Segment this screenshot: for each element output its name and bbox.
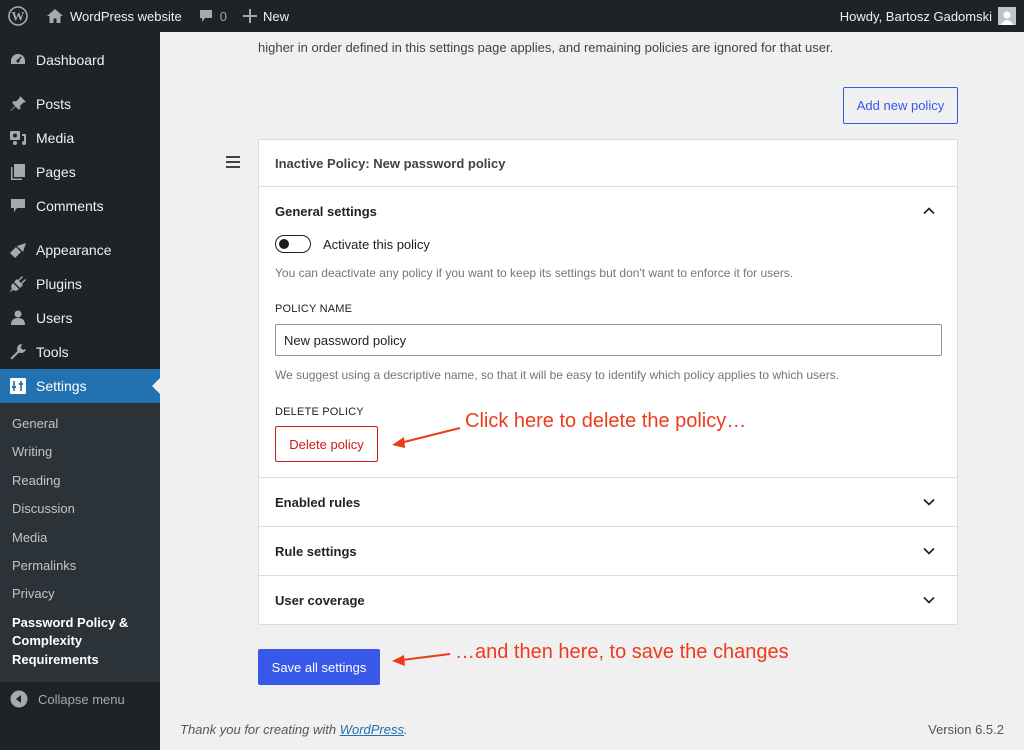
add-new-policy-button[interactable]: Add new policy <box>843 87 958 124</box>
section-rule-settings: Rule settings <box>259 527 957 576</box>
annotation-arrow-save <box>392 653 451 666</box>
media-icon <box>8 128 28 148</box>
user-icon <box>8 308 28 328</box>
policy-name-input[interactable] <box>275 324 942 356</box>
my-account-link[interactable]: Howdy, Bartosz Gadomski <box>832 0 1024 32</box>
wrench-icon <box>8 342 28 362</box>
home-icon <box>47 9 63 23</box>
sidebar-item-label: Posts <box>36 96 72 112</box>
sidebar-item-label: Settings <box>36 378 87 394</box>
sidebar-item-label: Tools <box>36 344 69 360</box>
chevron-up-icon <box>917 199 941 223</box>
drag-handle-icon[interactable] <box>226 156 240 168</box>
activate-help-text: You can deactivate any policy if you wan… <box>275 266 794 280</box>
pin-icon <box>8 94 28 114</box>
sidebar-item-settings[interactable]: Settings <box>0 369 160 403</box>
section-title: General settings <box>275 203 377 219</box>
admin-bar: W WordPress website 0 New Howdy, Bartosz… <box>0 0 1024 32</box>
chevron-down-icon <box>917 588 941 612</box>
sidebar-item-label: Dashboard <box>36 52 105 68</box>
sidebar-item-pages[interactable]: Pages <box>0 155 160 189</box>
activate-policy-label: Activate this policy <box>323 236 430 252</box>
policy-title: Inactive Policy: New password policy <box>259 140 957 187</box>
save-all-settings-button[interactable]: Save all settings <box>258 649 380 685</box>
section-general-settings: General settings Activate this policy Yo… <box>259 187 957 478</box>
footer-thanks-suffix: . <box>404 722 408 737</box>
comments-link[interactable]: 0 <box>190 0 235 32</box>
activate-policy-toggle[interactable] <box>275 235 311 253</box>
section-enabled-rules: Enabled rules <box>259 478 957 527</box>
submenu-item-password-policy[interactable]: Password Policy & Complexity Requirement… <box>0 609 160 674</box>
annotation-delete-text: Click here to delete the policy… <box>465 410 747 432</box>
section-user-coverage: User coverage <box>259 576 957 624</box>
section-rule-settings-toggle[interactable]: Rule settings <box>259 527 957 575</box>
wordpress-logo-icon: W <box>8 6 28 26</box>
plugin-icon <box>8 274 28 294</box>
settings-sliders-icon <box>8 376 28 396</box>
submenu-item-media[interactable]: Media <box>0 524 160 552</box>
submenu-item-general[interactable]: General <box>0 410 160 438</box>
collapse-menu-button[interactable]: Collapse menu <box>0 682 160 716</box>
sidebar-item-label: Users <box>36 310 73 326</box>
section-user-coverage-toggle[interactable]: User coverage <box>259 576 957 624</box>
chevron-down-icon <box>917 539 941 563</box>
delete-policy-button[interactable]: Delete policy <box>275 426 378 462</box>
sidebar-item-users[interactable]: Users <box>0 301 160 335</box>
sidebar-item-label: Appearance <box>36 242 112 258</box>
sidebar-item-comments[interactable]: Comments <box>0 189 160 223</box>
sidebar-item-dashboard[interactable]: Dashboard <box>0 43 160 77</box>
brush-icon <box>8 240 28 260</box>
footer-thanks-prefix: Thank you for creating with <box>180 722 340 737</box>
sidebar-item-label: Media <box>36 130 75 146</box>
chevron-down-icon <box>917 490 941 514</box>
site-name: WordPress website <box>70 8 182 24</box>
sidebar-item-posts[interactable]: Posts <box>0 87 160 121</box>
site-name-link[interactable]: WordPress website <box>38 0 190 32</box>
new-content-link[interactable]: New <box>235 0 297 32</box>
collapse-menu-label: Collapse menu <box>38 691 125 707</box>
wordpress-logo-button[interactable]: W <box>0 0 38 32</box>
settings-submenu: General Writing Reading Discussion Media… <box>0 403 160 683</box>
submenu-item-privacy[interactable]: Privacy <box>0 580 160 608</box>
greeting: Howdy, Bartosz Gadomski <box>839 8 992 24</box>
section-enabled-rules-toggle[interactable]: Enabled rules <box>259 478 957 526</box>
sidebar-item-label: Comments <box>36 198 104 214</box>
section-general-settings-toggle[interactable]: General settings <box>259 187 957 235</box>
dashboard-icon <box>8 50 28 70</box>
admin-sidebar: Dashboard Posts Media Pages Comments App… <box>0 32 160 750</box>
collapse-arrow-icon <box>10 690 28 708</box>
policy-panel: Inactive Policy: New password policy Gen… <box>258 139 958 625</box>
new-label: New <box>262 8 289 24</box>
intro-text: higher in order defined in this settings… <box>258 40 834 55</box>
section-title: Enabled rules <box>275 494 361 510</box>
comments-count: 0 <box>219 8 227 24</box>
submenu-item-writing[interactable]: Writing <box>0 438 160 466</box>
section-title: User coverage <box>275 592 365 608</box>
avatar <box>998 7 1016 25</box>
svg-text:W: W <box>12 9 25 24</box>
submenu-item-discussion[interactable]: Discussion <box>0 495 160 523</box>
sidebar-item-label: Pages <box>36 164 76 180</box>
plus-icon <box>242 9 257 23</box>
submenu-item-reading[interactable]: Reading <box>0 467 160 495</box>
sidebar-item-media[interactable]: Media <box>0 121 160 155</box>
comment-icon <box>8 196 28 216</box>
sidebar-item-tools[interactable]: Tools <box>0 335 160 369</box>
policy-name-help-text: We suggest using a descriptive name, so … <box>275 368 840 382</box>
sidebar-item-appearance[interactable]: Appearance <box>0 233 160 267</box>
wordpress-link[interactable]: WordPress <box>340 722 404 737</box>
submenu-item-permalinks[interactable]: Permalinks <box>0 552 160 580</box>
user-avatar-icon <box>1000 11 1014 25</box>
pages-icon <box>8 162 28 182</box>
sidebar-item-plugins[interactable]: Plugins <box>0 267 160 301</box>
policy-name-label: POLICY NAME <box>275 303 353 315</box>
footer-thanks: Thank you for creating with WordPress. <box>180 722 408 737</box>
comment-icon <box>199 10 212 22</box>
annotation-save-text: …and then here, to save the changes <box>455 641 789 663</box>
footer-version: Version 6.5.2 <box>928 722 1004 737</box>
section-title: Rule settings <box>275 543 357 559</box>
main-content: higher in order defined in this settings… <box>160 32 1024 750</box>
sidebar-item-label: Plugins <box>36 276 82 292</box>
